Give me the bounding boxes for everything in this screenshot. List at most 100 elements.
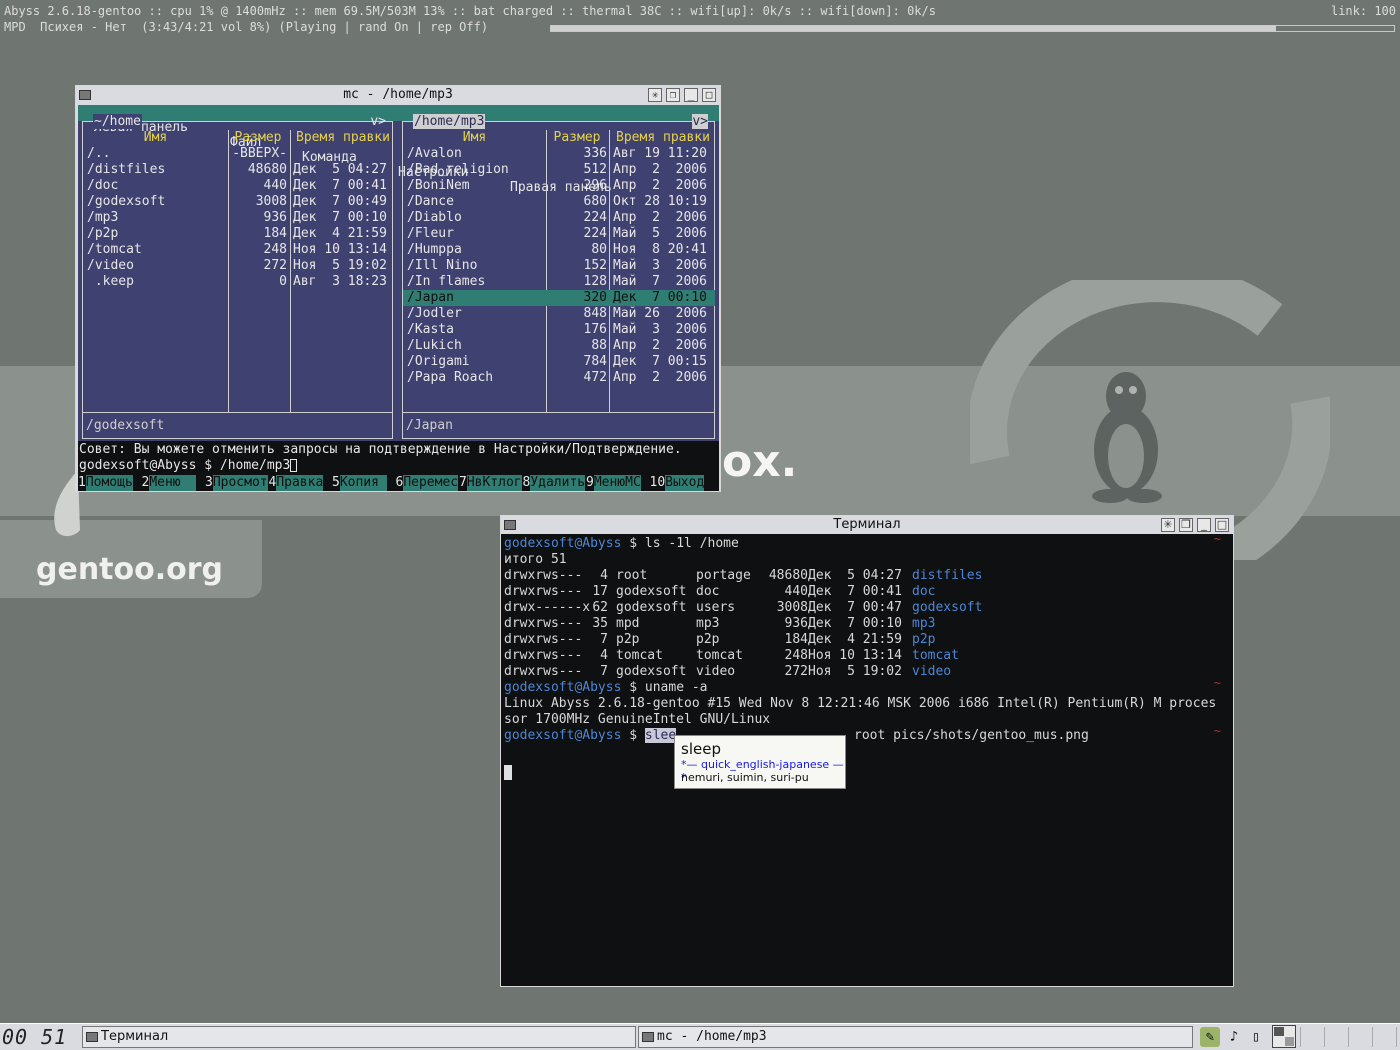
fkey-5[interactable]: 5 Копия [332,475,396,491]
dictionary-tray-icon[interactable]: ✎ [1200,1027,1220,1047]
column-name-header[interactable]: Имя [83,130,228,145]
pager-desktop-2[interactable] [1285,1037,1294,1046]
file-row[interactable]: /Papa Roach 472 Апр 2 2006 [403,370,715,386]
left-panel[interactable]: ~/home v> Имя Размер Время правки /.. -BB… [82,114,395,439]
file-row[interactable]: /Dance 680 Окт 28 10:19 [403,194,715,210]
fkey-8[interactable]: 8 Удалить [523,475,587,491]
mpd-progress-bar[interactable] [550,25,1395,32]
file-row[interactable]: /Avalon 336 Авг 19 11:20 [403,146,715,162]
fkey-label: Выход [665,475,705,491]
pager-desktop-1[interactable] [1274,1027,1284,1036]
terminal-output[interactable]: godexsoft@Abyss $ ls -1l /home ~ итого 5… [503,532,1233,986]
fkey-3[interactable]: 3 Просмот [205,475,269,491]
left-panel-path[interactable]: ~/home [93,114,142,129]
file-row[interactable]: /mp3 936 Дек 7 00:10 [83,210,395,226]
column-time-header[interactable]: Время правки [613,130,713,145]
right-panel-path[interactable]: /home/mp3 [413,114,486,129]
left-panel-scroll[interactable]: v> [370,114,386,129]
file-time: Авг 19 11:20 [613,146,707,161]
fkey-7[interactable]: 7 НвКтлог [459,475,523,491]
file-row[interactable]: /distfiles 48680 Дек 5 04:27 [83,162,395,178]
column-size-header[interactable]: Размер [229,130,287,145]
terminal-cursor [504,765,512,780]
file-name: /Dance [407,194,454,209]
right-panel-scroll[interactable]: v> [692,114,708,129]
file-row[interactable]: /video 272 Ноя 5 19:02 [83,258,395,274]
mc-window[interactable]: mc - /home/mp3 ✳ ❐ _ □ Левая панель Файл… [75,85,721,492]
fkey-number: 6 [395,475,404,490]
maximize-icon[interactable]: □ [702,88,716,102]
ls-size: 184 [784,632,808,647]
file-row[interactable]: /Fleur 224 Май 5 2006 [403,226,715,242]
music-tray-icon[interactable]: ♪ [1224,1027,1244,1047]
mc-titlebar[interactable]: mc - /home/mp3 ✳ ❐ _ □ [76,86,720,104]
fkey-1[interactable]: 1 Помощь [78,475,142,491]
ls-perm: drwxrws--- [504,568,583,583]
right-panel[interactable]: /home/mp3 v> Имя Размер Время правки /Av… [402,114,715,439]
ls-row: drwx------x 62 godexsoft users 3008 Дек 7 00:… [504,600,1024,616]
file-name: /tomcat [87,242,142,257]
column-name-header[interactable]: Имя [403,130,546,145]
mc-screen: Левая панель Файл Команда Настройки Прав… [78,105,719,491]
left-panel-current: /godexsoft [86,418,165,433]
fkey-6[interactable]: 6 Перемес [396,475,460,491]
file-row[interactable]: /Diablo 224 Апр 2 2006 [403,210,715,226]
file-time: Дек 5 04:27 [293,162,387,177]
file-row[interactable]: /Jodler 848 Май 26 2006 [403,306,715,322]
command-text: $ uname -a [621,680,708,695]
fkey-number: 5 [332,475,340,490]
file-row[interactable]: /In flames 128 Май 7 2006 [403,274,715,290]
file-time: Май 7 2006 [613,274,707,289]
sticky-icon[interactable]: ✳ [648,88,662,102]
system-status-line: Abyss 2.6.18-gentoo :: cpu 1% @ 1400mHz … [4,4,936,18]
task-terminal[interactable]: Терминал [82,1026,636,1048]
file-row[interactable]: /Bad_religion 512 Апр 2 2006 [403,162,715,178]
desktop-pager[interactable] [1272,1025,1296,1048]
file-row[interactable]: /.. -BBEPX- [83,146,395,162]
file-row[interactable]: /Origami 784 Дек 7 00:15 [403,354,715,370]
file-row[interactable]: /Humppa 80 Ноя 8 20:41 [403,242,715,258]
restore-icon[interactable]: ❐ [1179,518,1193,532]
mc-command-line[interactable]: godexsoft@Abyss $ /home/mp3 [79,458,298,473]
mc-console: Совет: Вы можете отменить запросы на под… [78,441,719,491]
terminal-titlebar[interactable]: Терминал ✳ ❐ _ □ [501,516,1233,534]
fkey-label: Перемес [403,475,459,491]
file-row[interactable]: /doc 440 Дек 7 00:41 [83,178,395,194]
file-row[interactable]: /Lukich 88 Апр 2 2006 [403,338,715,354]
column-time-header[interactable]: Время правки [293,130,393,145]
fkey-2[interactable]: 2 Меню [142,475,206,491]
file-row[interactable]: /BoniNem 296 Апр 2 2006 [403,178,715,194]
restore-icon[interactable]: ❐ [666,88,680,102]
file-name: /Humppa [407,242,462,257]
file-row[interactable]: /godexsoft 3008 Дек 7 00:49 [83,194,395,210]
ls-links: 17 [592,584,608,599]
ls-row: drwxrws--- 35 mpd mp3 936 Дек 7 00:10 mp3 [504,616,1024,632]
minimize-icon[interactable]: _ [1197,518,1211,532]
keyboard-tray-icon[interactable]: ▯ [1246,1027,1266,1047]
column-size-header[interactable]: Размер [547,130,607,145]
file-row[interactable]: /Japan 320 Дек 7 00:10 [403,290,715,306]
ls-size: 440 [784,584,808,599]
terminal-window[interactable]: Терминал ✳ ❐ _ □ godexsoft@Abyss $ ls -1… [500,515,1234,987]
file-row[interactable]: .keep 0 Авг 3 18:23 [83,274,395,290]
ls-owner: root [616,568,648,583]
file-row[interactable]: /Ill Nino 152 Май 3 2006 [403,258,715,274]
fkey-4[interactable]: 4 Правка [269,475,333,491]
fkey-label: Просмот [212,475,268,491]
minimize-icon[interactable]: _ [684,88,698,102]
file-row[interactable]: /p2p 184 Дек 4 21:59 [83,226,395,242]
fkey-number: 3 [205,475,213,490]
maximize-icon[interactable]: □ [1215,518,1229,532]
dictionary-popup[interactable]: sleep *— quick_english-japanese —* nemur… [674,735,846,789]
text-cursor [290,459,298,472]
file-row[interactable]: /Kasta 176 Май 3 2006 [403,322,715,338]
ls-perm: drwxrws--- [504,616,583,631]
fkey-10[interactable]: 10 Выход [650,475,719,491]
ls-date: Дек 7 00:41 [808,584,902,599]
file-name: /In flames [407,274,486,289]
file-time: Апр 2 2006 [613,338,707,353]
fkey-9[interactable]: 9 МенюМС [586,475,650,491]
sticky-icon[interactable]: ✳ [1161,518,1175,532]
file-row[interactable]: /tomcat 248 Ноя 10 13:14 [83,242,395,258]
task-mc[interactable]: mc - /home/mp3 [638,1026,1193,1048]
